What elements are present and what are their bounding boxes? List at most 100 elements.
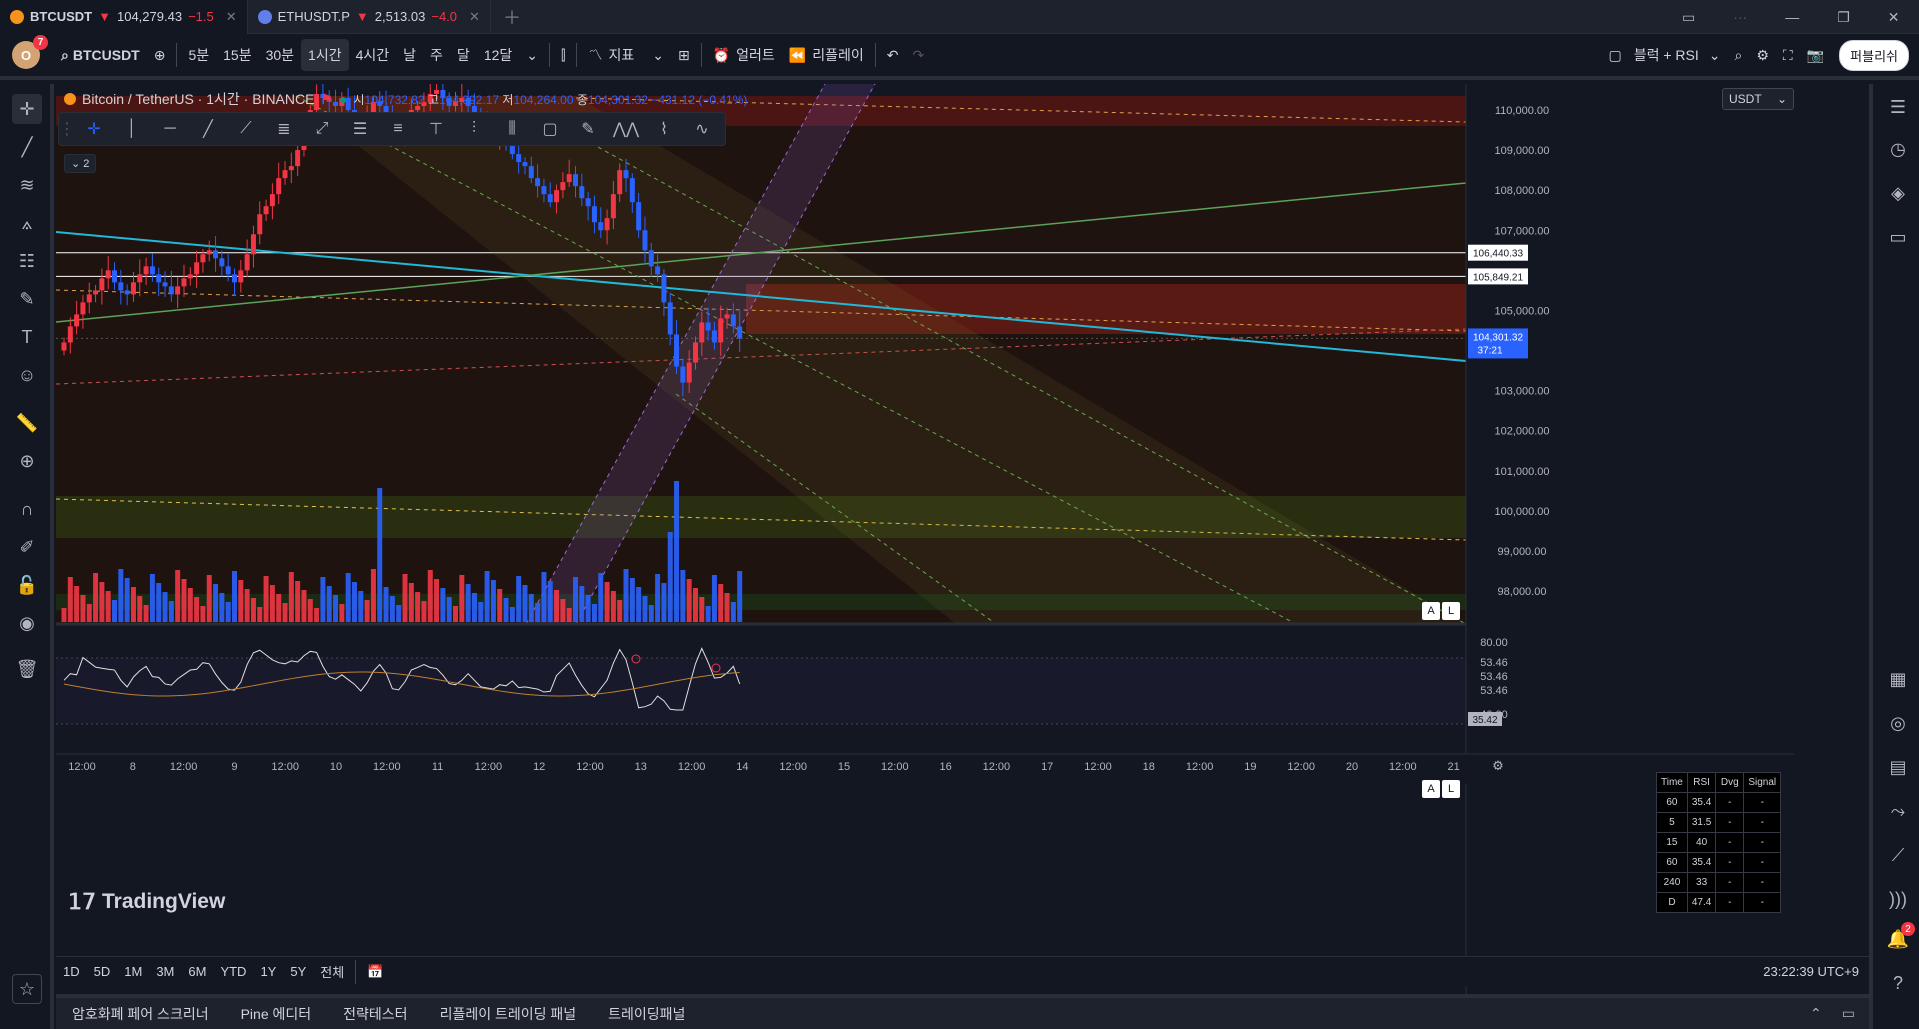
goto-date-icon[interactable]: 📅	[360, 964, 390, 980]
redo-icon[interactable]: ↷	[906, 39, 932, 71]
indicators-button[interactable]: 〽 지표 ⌄	[581, 39, 671, 71]
interval-dropdown-icon[interactable]: ⌄	[519, 39, 545, 71]
rectangle-icon[interactable]: ▢	[531, 114, 569, 144]
panel-trading[interactable]: 트레이딩패널	[592, 1004, 701, 1024]
brush-tool-icon[interactable]: ✎	[569, 114, 607, 144]
panel-pine-editor[interactable]: Pine 에디터	[225, 1004, 328, 1024]
trend-line-icon[interactable]: ╱	[189, 114, 227, 144]
avatar[interactable]: O 7	[12, 35, 48, 69]
elliott-wave-icon[interactable]: ⌇	[645, 114, 683, 144]
auto-scale-button[interactable]: A	[1422, 602, 1440, 620]
zoom-icon[interactable]: ⊕	[12, 446, 42, 476]
crosshair-icon[interactable]: ✛	[12, 94, 42, 124]
chart-canvas[interactable]: 110,000.00 109,000.00 108,000.00 107,000.00…	[56, 84, 1794, 999]
minimize-icon[interactable]: —	[1785, 9, 1799, 25]
symbol-search-button[interactable]: ⌕ BTCUSDT	[54, 39, 147, 71]
interval-4h[interactable]: 4시간	[349, 39, 397, 71]
clock-readout[interactable]: 23:22:39 UTC+9	[1763, 964, 1859, 979]
horizontal-ray-icon[interactable]: ─	[151, 114, 189, 144]
tab-ethusdt[interactable]: ETHUSDT.P ▼ 2,513.03 −4.0 ✕	[248, 0, 491, 34]
star-icon[interactable]: ☆	[12, 974, 42, 1004]
range-3m[interactable]: 3M	[149, 964, 181, 979]
interval-5m[interactable]: 5분	[181, 39, 216, 71]
camera-icon[interactable]: 📷	[1800, 39, 1831, 71]
horizontal-lines-icon[interactable]: ☰	[341, 114, 379, 144]
chevron-up-icon[interactable]: ⌃	[1810, 1005, 1822, 1022]
calendar-icon[interactable]: ▦	[1883, 664, 1913, 694]
xabcd-pattern-icon[interactable]: ⋀⋀	[607, 114, 645, 144]
interval-day[interactable]: 날	[396, 39, 423, 71]
calendar-grid-icon[interactable]: ▤	[1883, 752, 1913, 782]
close-window-icon[interactable]: ✕	[1888, 9, 1900, 26]
interval-1h[interactable]: 1시간	[301, 39, 349, 71]
layout-icon[interactable]: ▭	[1682, 9, 1695, 26]
range-1y[interactable]: 1Y	[253, 964, 283, 979]
layout-button[interactable]: ▢ 블럭 + RSI ⌄	[1601, 39, 1727, 71]
panel-strategy-tester[interactable]: 전략테스터	[327, 1004, 423, 1024]
range-6m[interactable]: 6M	[181, 964, 213, 979]
compare-symbol-icon[interactable]: ⊕	[147, 39, 173, 71]
range-1m[interactable]: 1M	[117, 964, 149, 979]
pitchfork-icon[interactable]: ⫼	[493, 114, 531, 144]
crosshair-tool-icon[interactable]: ✛	[75, 114, 113, 144]
candle-style-icon[interactable]: ⫿	[554, 39, 572, 71]
chat-icon[interactable]: ▭	[1883, 222, 1913, 252]
collapse-indicators-button[interactable]: ⌄ 2	[64, 154, 97, 173]
close-icon[interactable]: ✕	[469, 9, 480, 25]
range-ytd[interactable]: YTD	[213, 964, 253, 979]
wave-pattern-icon[interactable]: ∿	[683, 114, 721, 144]
more-icon[interactable]: ···	[1733, 9, 1747, 25]
panel-screener[interactable]: 암호화폐 페어 스크리너	[56, 1004, 225, 1024]
range-all[interactable]: 전체	[313, 962, 351, 981]
alert-button[interactable]: ⏰ 얼러트	[706, 39, 782, 71]
chart-plus-icon[interactable]: ⟋	[1883, 840, 1913, 870]
chart-area[interactable]: 110,000.00 109,000.00 108,000.00 107,000.00…	[56, 84, 1794, 999]
templates-icon[interactable]: ⊞	[671, 39, 697, 71]
restore-icon[interactable]: ❐	[1837, 9, 1850, 26]
publish-button[interactable]: 퍼블리쉬	[1839, 39, 1909, 71]
ray-icon[interactable]: ⟋	[227, 114, 265, 144]
rsi-auto-scale-button[interactable]: A	[1422, 780, 1440, 798]
vertical-line-icon[interactable]: │	[113, 114, 151, 144]
close-icon[interactable]: ✕	[226, 9, 237, 25]
target-icon[interactable]: ◎	[1883, 708, 1913, 738]
rsi-log-scale-button[interactable]: L	[1442, 780, 1460, 798]
interval-week[interactable]: 주	[423, 39, 450, 71]
fib-extension-icon[interactable]: ⫶	[455, 114, 493, 144]
interval-30m[interactable]: 30분	[259, 39, 301, 71]
interval-month[interactable]: 달	[450, 39, 477, 71]
undo-icon[interactable]: ↶	[880, 39, 906, 71]
clock-icon[interactable]: ◷	[1883, 134, 1913, 164]
replay-button[interactable]: ⏪ 리플레이	[782, 39, 871, 71]
eye-icon[interactable]: ◉	[12, 608, 42, 638]
range-1d[interactable]: 1D	[56, 964, 87, 979]
quick-search-icon[interactable]: ⌕	[1728, 39, 1750, 71]
interval-15m[interactable]: 15분	[216, 39, 258, 71]
broadcast-icon[interactable]: )))	[1883, 884, 1913, 914]
parallel-channel-icon[interactable]: ≣	[265, 114, 303, 144]
interval-12month[interactable]: 12달	[477, 39, 519, 71]
trash-icon[interactable]: 🗑	[12, 654, 42, 684]
fullscreen-icon[interactable]: ⛶	[1776, 39, 1800, 71]
panel-replay-trading[interactable]: 리플레이 트레이딩 패널	[424, 1004, 593, 1024]
forecast-icon[interactable]: ☷	[12, 246, 42, 276]
text-icon[interactable]: T	[12, 322, 42, 352]
extended-line-icon[interactable]: ⤢	[303, 114, 341, 144]
log-scale-button[interactable]: L	[1442, 602, 1460, 620]
brush-icon[interactable]: ✎	[12, 284, 42, 314]
drag-handle-icon[interactable]: ⋮	[59, 114, 75, 144]
strategy-icon[interactable]: ⤳	[1883, 796, 1913, 826]
pattern-icon[interactable]: ⟑	[12, 208, 42, 238]
layers-icon[interactable]: ◈	[1883, 178, 1913, 208]
fib-icon[interactable]: ≋	[12, 170, 42, 200]
range-5y[interactable]: 5Y	[283, 964, 313, 979]
currency-select[interactable]: USDT ⌄	[1722, 88, 1794, 110]
range-5d[interactable]: 5D	[87, 964, 118, 979]
add-tab-icon[interactable]: ＋	[491, 4, 533, 30]
magnet-icon[interactable]: ∩	[12, 494, 42, 524]
trendline-icon[interactable]: ╱	[12, 132, 42, 162]
watchlist-icon[interactable]: ☰	[1883, 92, 1913, 122]
fib-retracement-icon[interactable]: ≡	[379, 114, 417, 144]
emoji-icon[interactable]: ☺	[12, 360, 42, 390]
bell-icon[interactable]: 🔔 2	[1883, 922, 1915, 954]
